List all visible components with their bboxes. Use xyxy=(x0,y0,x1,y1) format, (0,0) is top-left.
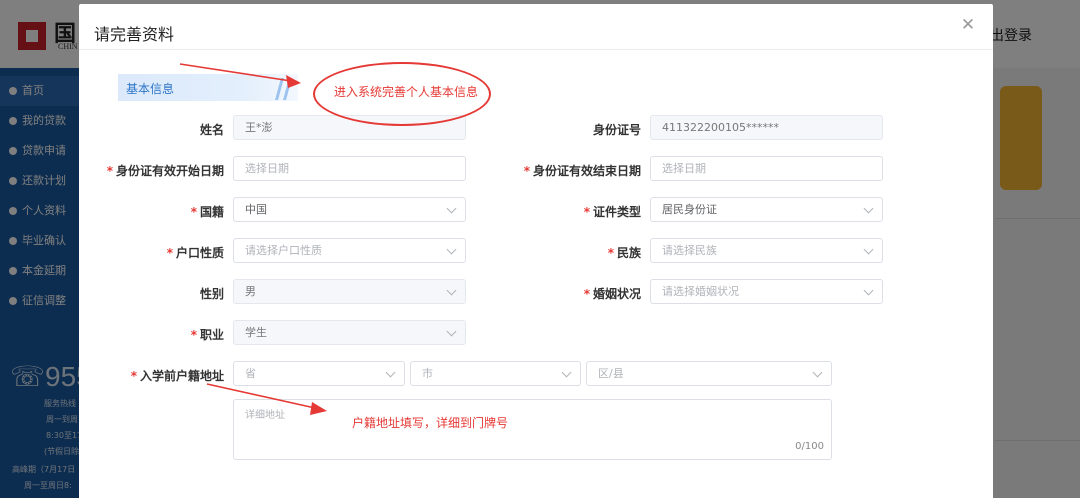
annotation-arrowhead xyxy=(286,75,301,88)
annotation-arrows xyxy=(179,63,327,415)
annotation-arrow-line xyxy=(179,63,292,82)
profile-dialog: 请完善资料 ✕ 基本信息 姓名 王*澎 身份证号 411322200105***… xyxy=(79,4,993,498)
annotation-arrowhead xyxy=(310,402,327,415)
annotation-arrow-line xyxy=(206,383,316,409)
